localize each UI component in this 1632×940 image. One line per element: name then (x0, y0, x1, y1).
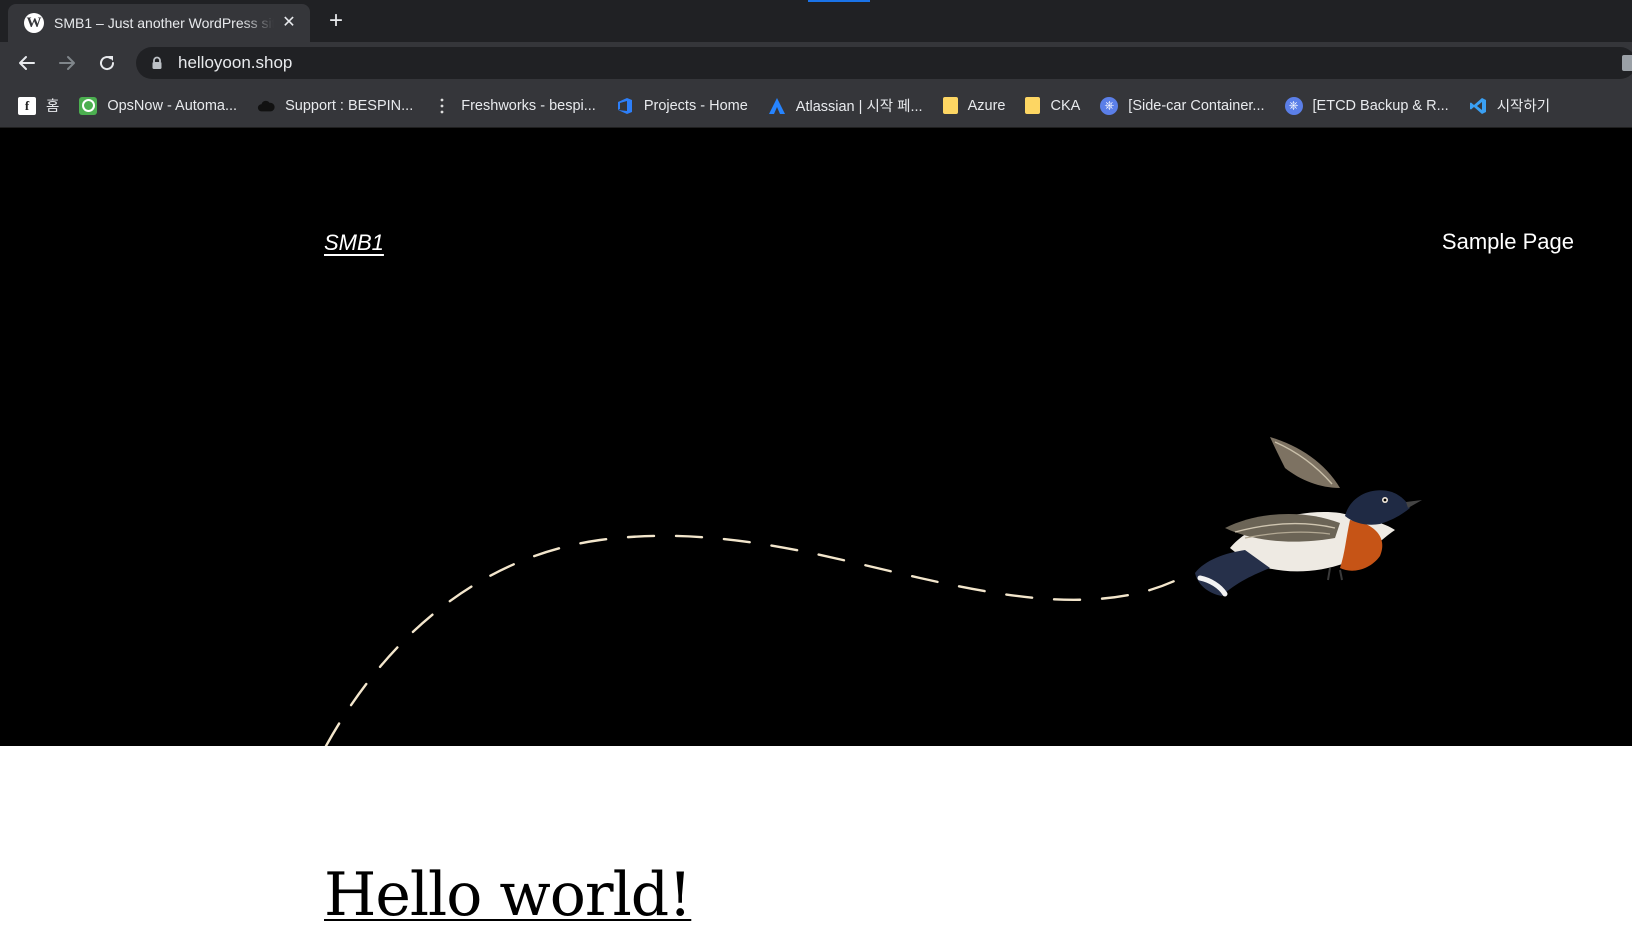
bookmark-label: OpsNow - Automa... (107, 97, 238, 114)
opsnow-icon (79, 96, 98, 115)
close-icon[interactable]: ✕ (280, 14, 298, 32)
browser-tab[interactable]: W SMB1 – Just another WordPress site ✕ (8, 4, 310, 42)
site-header-hero: SMB1 Sample Page (0, 128, 1632, 746)
url-text: helloyoon.shop (178, 53, 293, 72)
forward-button[interactable] (53, 49, 81, 77)
atlassian-icon (768, 97, 786, 115)
kubernetes-icon: ⎈ (1100, 96, 1119, 115)
bookmark-label: 홈 (46, 99, 60, 115)
lock-icon (150, 56, 164, 70)
bookmark-label: Atlassian | 시작 페... (795, 99, 923, 115)
bookmark-label: Freshworks - bespi... (461, 97, 596, 114)
azure-devops-icon (616, 97, 634, 115)
reload-icon (100, 56, 115, 71)
tab-strip: W SMB1 – Just another WordPress site ✕ + (0, 0, 1632, 42)
bookmark-projects-home[interactable]: Projects - Home (616, 91, 748, 121)
bookmark-folder-azure[interactable]: Azure (942, 91, 1006, 121)
bookmark-label: Support : BESPIN... (285, 97, 414, 114)
main-content: Hello world! (0, 746, 1632, 940)
bookmark-side-car-container[interactable]: ⎈ [Side-car Container... (1100, 91, 1265, 121)
bookmark-folder-cka[interactable]: CKA (1025, 91, 1080, 121)
vscode-icon (1469, 97, 1487, 115)
bookmark-label: Projects - Home (643, 97, 748, 114)
cloud-icon (257, 97, 275, 115)
bookmark-etcd-backup[interactable]: ⎈ [ETCD Backup & R... (1284, 91, 1449, 121)
dashed-flight-path (324, 534, 1192, 746)
new-tab-button[interactable]: + (322, 8, 350, 36)
address-bar[interactable]: helloyoon.shop (136, 47, 1632, 79)
bookmarks-bar: f 홈 OpsNow - Automa... Support : BESPIN.… (0, 84, 1632, 128)
back-button[interactable] (13, 49, 41, 77)
forward-arrow-icon (59, 56, 75, 70)
f-app-icon: f (18, 96, 36, 115)
hero-illustration (324, 437, 1422, 746)
reload-button[interactable] (93, 49, 121, 77)
bookmark-label: [Side-car Container... (1128, 97, 1265, 114)
dots-icon (433, 97, 451, 115)
bookmark-label: 시작하기 (1496, 99, 1551, 115)
bird-illustration (1195, 437, 1422, 597)
bookmark-home[interactable]: f 홈 (18, 91, 59, 121)
nav-sample-page[interactable]: Sample Page (1442, 229, 1574, 255)
bookmark-label: CKA (1050, 97, 1081, 114)
wordpress-icon: W (24, 13, 44, 33)
back-arrow-icon (19, 56, 35, 70)
bookmark-getting-started[interactable]: 시작하기 (1469, 91, 1550, 121)
bookmark-label: Azure (967, 97, 1006, 114)
folder-icon (1025, 97, 1041, 114)
site-title-link[interactable]: SMB1 (324, 230, 384, 256)
folder-icon (942, 97, 958, 114)
bookmark-freshworks[interactable]: Freshworks - bespi... (433, 91, 596, 121)
browser-toolbar: helloyoon.shop (0, 42, 1632, 84)
tab-strip-accent (808, 0, 870, 2)
kubernetes-icon: ⎈ (1284, 96, 1303, 115)
bookmark-atlassian[interactable]: Atlassian | 시작 페... (768, 91, 923, 121)
tab-title: SMB1 – Just another WordPress site (54, 15, 274, 31)
bookmark-support-bespin[interactable]: Support : BESPIN... (257, 91, 413, 121)
post-title-link[interactable]: Hello world! (324, 860, 692, 930)
google-lens-icon[interactable] (1622, 55, 1632, 71)
bookmark-opsnow[interactable]: OpsNow - Automa... (79, 91, 237, 121)
bookmark-label: [ETCD Backup & R... (1312, 97, 1449, 114)
